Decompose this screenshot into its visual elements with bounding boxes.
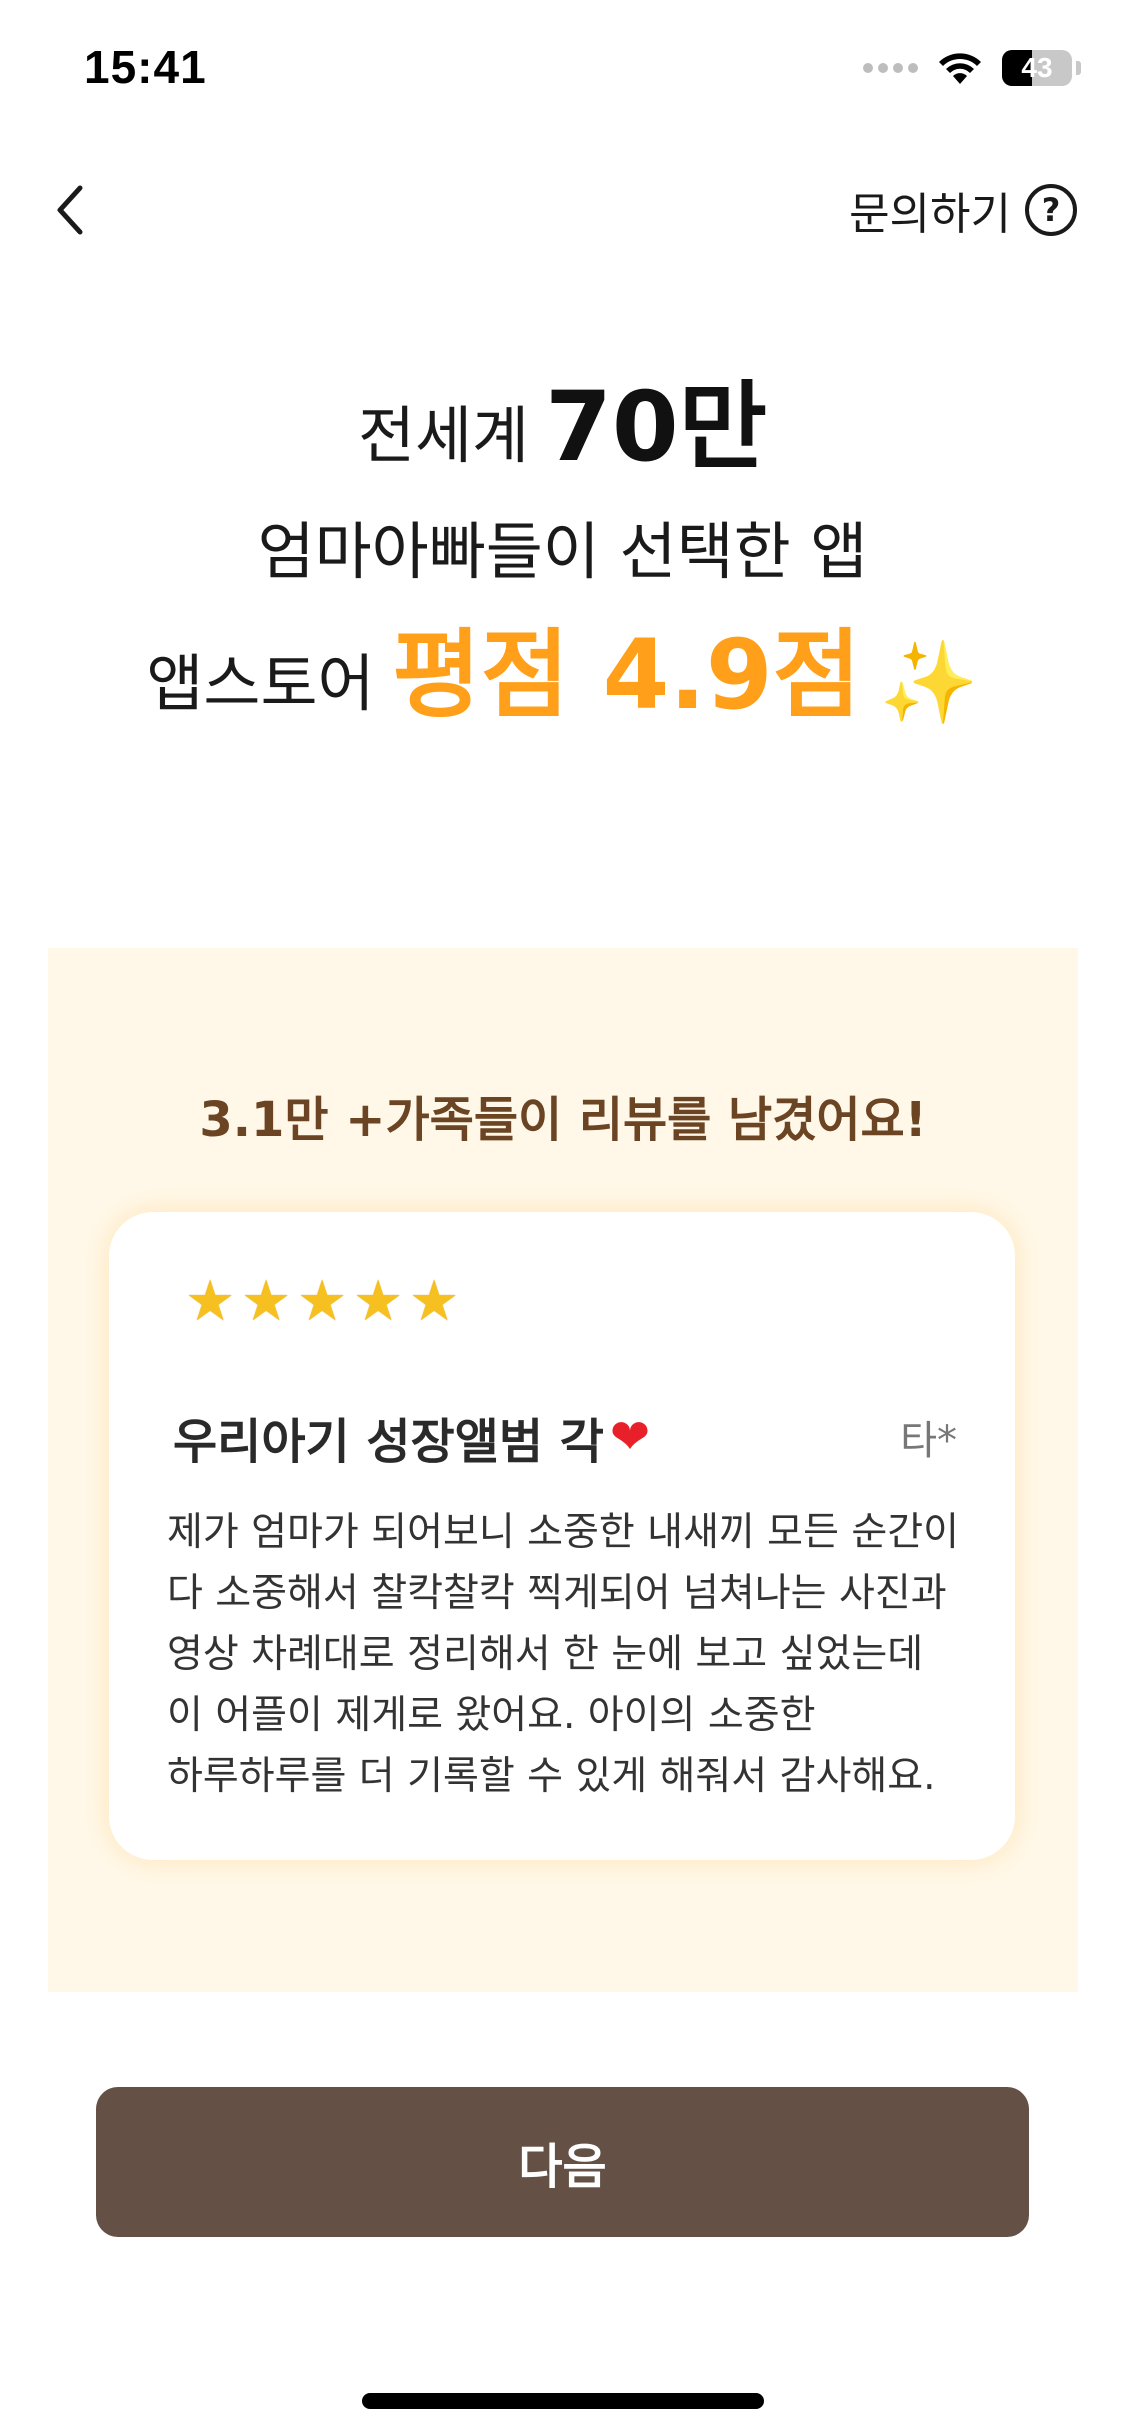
review-body: 제가 엄마가 되어보니 소중한 내새끼 모든 순간이 다 소중해서 찰칵찰칵 찍…: [167, 1502, 967, 1807]
review-count: 3.1만 +가족들이 리뷰를 남겼어요!: [199, 1092, 927, 1148]
review-line: 다 소중해서 찰칵찰칵 찍게되어 넘쳐나는 사진과: [167, 1571, 947, 1616]
sparkle-icon: ✨: [879, 636, 979, 729]
star-icon: ★: [297, 1269, 348, 1334]
cellular-signal-icon: [863, 63, 918, 73]
reviewer-name: 타*: [900, 1418, 957, 1464]
battery-cap: [1076, 61, 1081, 75]
help-button[interactable]: 문의하기 ?: [849, 180, 1077, 240]
home-indicator: [362, 2393, 764, 2409]
star-rating: ★ ★ ★ ★ ★: [185, 1269, 461, 1334]
battery-icon: 43: [1002, 50, 1072, 86]
headline-line3: 앱스토어 평점 4.9점 ✨: [0, 627, 1125, 723]
review-line: 하루하루를 더 기록할 수 있게 해줘서 감사해요.: [167, 1754, 936, 1799]
headline-line2: 엄마아빠들이 선택한 앱: [257, 515, 868, 588]
status-time: 15:41: [84, 41, 207, 93]
question-circle-icon: ?: [1025, 184, 1077, 236]
screen: 15:41 43 문의하기 ? 전세계 70만 엄마아빠들이 선택한 앱 앱스토…: [0, 0, 1125, 2436]
heart-icon: ❤: [609, 1409, 651, 1465]
star-icon: ★: [353, 1269, 404, 1334]
next-button[interactable]: 다음: [96, 2087, 1029, 2237]
headline-prefix: 전세계: [357, 399, 530, 472]
status-indicators: 43: [863, 46, 1081, 90]
review-line: 제가 엄마가 되어보니 소중한 내새끼 모든 순간이: [167, 1510, 959, 1555]
star-icon: ★: [185, 1269, 236, 1334]
nav-bar: 문의하기 ?: [0, 160, 1125, 260]
review-title: 우리아기 성장앨범 각 ❤: [173, 1402, 650, 1472]
battery-level: 43: [1021, 52, 1053, 83]
headline-line1: 전세계 70만: [0, 355, 1125, 475]
back-button[interactable]: [40, 180, 100, 240]
rating-highlight: 평점 4.9점: [392, 619, 861, 731]
star-icon: ★: [241, 1269, 292, 1334]
help-label: 문의하기: [849, 189, 1011, 240]
star-icon: ★: [409, 1269, 460, 1334]
headline: 전세계 70만 엄마아빠들이 선택한 앱 앱스토어 평점 4.9점 ✨: [0, 355, 1125, 723]
review-line: 이 어플이 제게로 왔어요. 아이의 소중한: [167, 1693, 816, 1738]
app-store-label: 앱스토어: [146, 647, 375, 720]
status-bar: 15:41 43: [0, 0, 1125, 140]
review-panel: 3.1만 +가족들이 리뷰를 남겼어요! ★ ★ ★ ★ ★ 우리아기 성장앨범…: [48, 948, 1078, 1992]
review-title-text: 우리아기 성장앨범 각: [173, 1414, 604, 1470]
user-count: 70만: [545, 371, 768, 483]
review-card: ★ ★ ★ ★ ★ 우리아기 성장앨범 각 ❤ 타* 제가 엄마가 되어보니 소…: [109, 1212, 1015, 1860]
review-line: 영상 차례대로 정리해서 한 눈에 보고 싶었는데: [167, 1632, 924, 1677]
wifi-icon: [939, 53, 981, 84]
chevron-left-icon: [57, 185, 83, 235]
